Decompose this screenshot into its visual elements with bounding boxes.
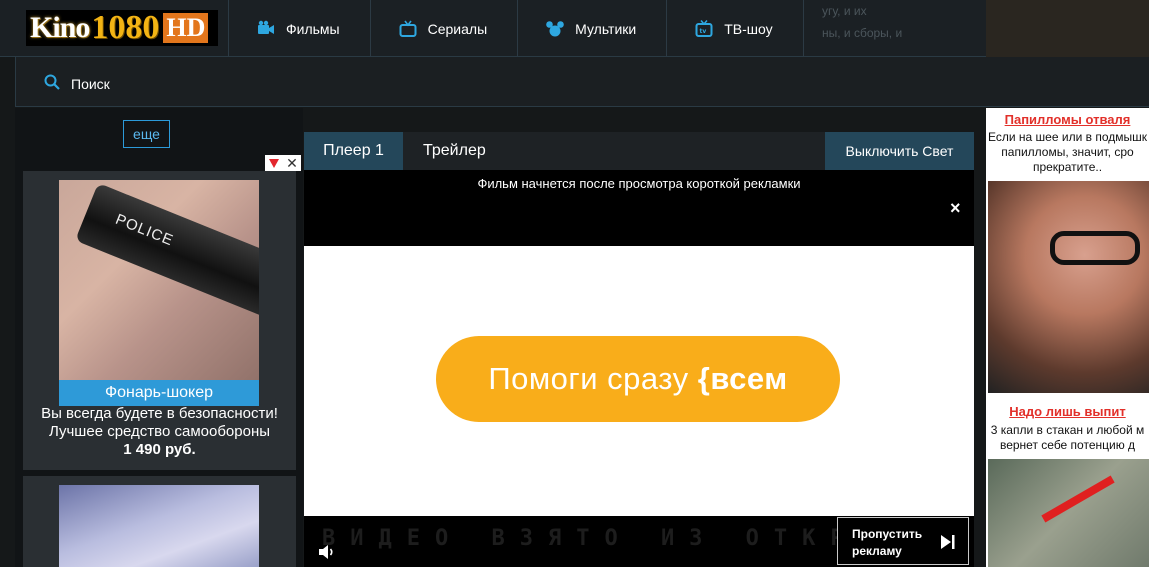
nav-label: ТВ-шоу [724,20,773,37]
nav-item-tv-show[interactable]: tv ТВ-шоу [666,0,804,57]
torch-label: POLICE [112,210,176,250]
ad-description: 3 капли в стакан и любой м вернет себе п… [986,423,1149,453]
ad-line: вернет себе потенцию д [999,438,1136,452]
skip-ad-label: Пропустить рекламу [852,527,923,558]
ad-title[interactable]: Надо лишь выпит [986,404,1149,419]
ad-card-shocker[interactable]: POLICE Фонарь-шокер Вы всегда будете в б… [23,171,296,470]
tv-show-icon: tv [695,19,713,37]
nav-item-cartoons[interactable]: Мультики [517,0,666,57]
glasses-shape [1050,231,1140,265]
search-bar[interactable]: Поиск [15,57,1149,107]
close-ad-button[interactable]: × [950,198,961,219]
banner-text-regular: Помоги сразу [488,361,698,396]
player-tabs: Плеер 1 Трейлер Выключить Свет [304,132,974,170]
film-icon [258,20,274,34]
background-text-line: ны, и сборы, и [822,26,903,40]
nav-item-series[interactable]: Сериалы [369,0,518,57]
close-icon[interactable]: ✕ [283,155,301,171]
tab-trailer[interactable]: Трейлер [423,132,486,170]
video-watermark: ВИДЕО ВЗЯТО ИЗ ОТКРЫТЫХ ИСТ [322,526,842,551]
ad-line: прекратите.. [1032,160,1103,174]
ad-caption[interactable]: Фонарь-шокер [59,380,259,406]
banner-text: Помоги сразу {всем [488,361,787,397]
ad-line: папилломы, значит, срo [1001,145,1134,159]
nav-label: Сериалы [427,20,488,37]
ad-price: 1 490 руб. [123,441,196,458]
ad-line: Если на шее или в подмышк [988,130,1147,144]
ad-line: Вы всегда будете в безопасности! [41,405,278,422]
top-navigation: Kino 1080 HD Фильмы Сериалы Мультики tv … [0,0,1149,57]
search-label: Поиск [71,76,110,92]
skip-ad-button[interactable]: Пропустить рекламу [837,517,969,565]
background-text: угу, и их ны, и сборы, и [822,0,902,44]
ad-choices-badge[interactable]: ✕ [265,155,301,171]
nav-label: Мультики [575,20,637,37]
lights-off-button[interactable]: Выключить Свет [825,132,974,170]
ad-image[interactable] [59,485,259,567]
site-logo[interactable]: Kino 1080 HD [26,9,218,46]
svg-text:tv: tv [700,28,707,35]
logo-text-kino: Kino [30,11,90,44]
search-icon [44,74,60,90]
ad-card-second[interactable] [23,476,296,567]
banner-text-bold: {всем [697,361,788,396]
nav-label: Фильмы [286,20,340,37]
ad-title[interactable]: Папилломы отваля [986,112,1149,127]
video-player[interactable]: Фильм начнется после просмотра короткой … [304,170,974,567]
banner-pill: Помоги сразу {всем [436,336,840,422]
ad-line: Лучшее средство самообороны [48,423,271,440]
logo-text-1080: 1080 [91,9,160,46]
more-button[interactable]: еще [123,120,170,148]
right-ads: Папилломы отваля Если на шее или в подмы… [986,108,1149,567]
ad-video[interactable]: Помоги сразу {всем [304,246,974,516]
ad-image[interactable]: POLICE [59,180,259,390]
tv-icon [399,20,417,37]
adchoices-icon [265,155,283,171]
logo-text-hd: HD [163,13,209,43]
mickey-icon [546,20,564,36]
ad-line: 3 капли в стакан и любой м [990,423,1145,437]
volume-icon[interactable] [318,544,336,560]
skip-next-icon [941,535,955,549]
thumbnail-image[interactable] [986,0,1149,57]
arrow-shape [1041,475,1115,523]
ad-notice: Фильм начнется после просмотра короткой … [477,176,801,191]
tab-player-1[interactable]: Плеер 1 [304,132,403,170]
ad-image[interactable] [988,181,1149,393]
ad-image[interactable] [988,459,1149,567]
nav-item-films[interactable]: Фильмы [228,0,370,57]
background-text-line: угу, и их [822,4,867,18]
ad-description: Если на шее или в подмышк папилломы, зна… [986,130,1149,175]
ad-description: Вы всегда будете в безопасности! Лучшее … [23,405,296,459]
main-nav: Фильмы Сериалы Мультики tv ТВ-шоу [228,0,804,57]
flashlight-image: POLICE [75,182,259,320]
